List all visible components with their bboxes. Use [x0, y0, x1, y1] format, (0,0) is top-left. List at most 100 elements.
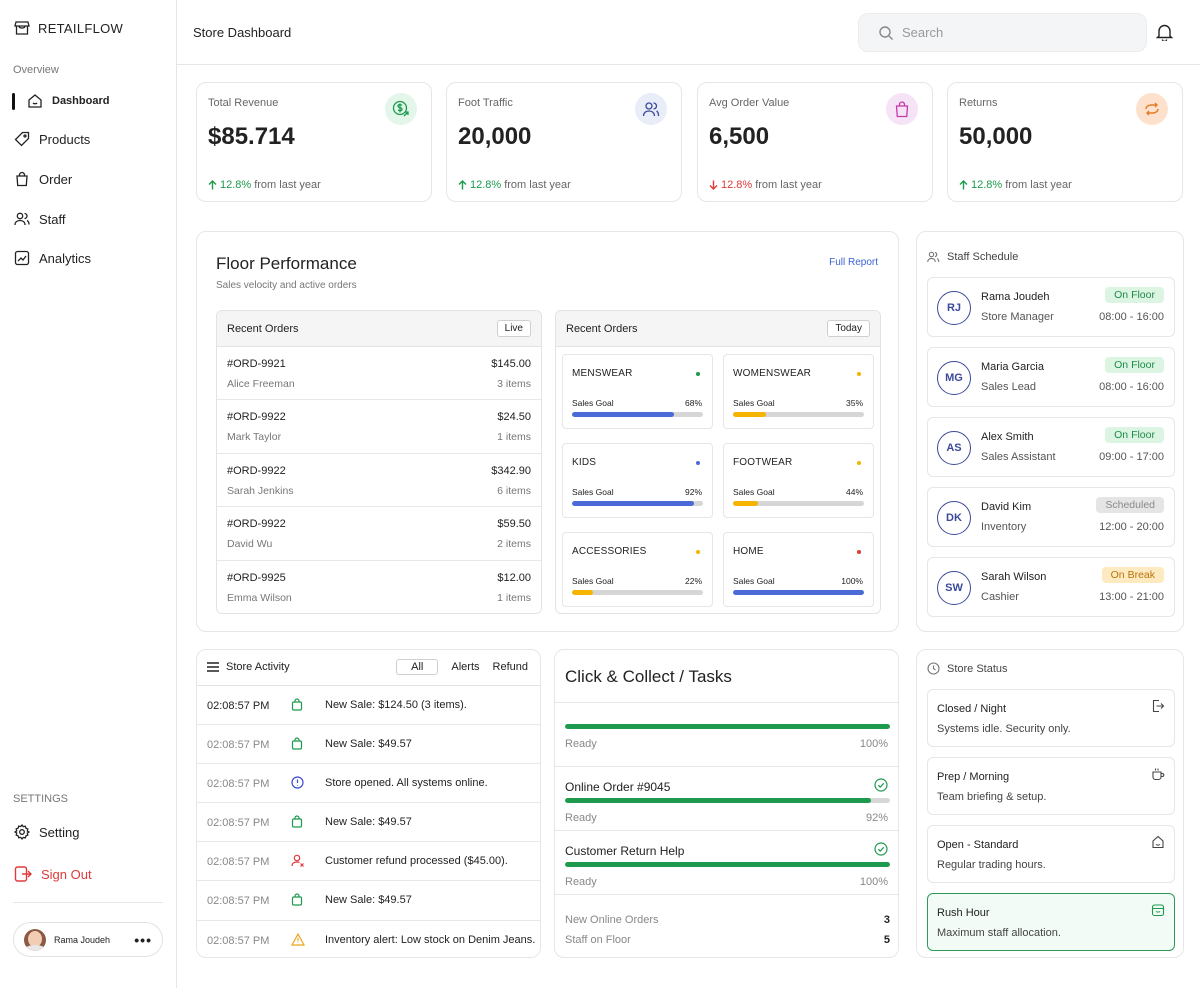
staff-initials: MG [937, 361, 971, 395]
check-circle-icon[interactable] [874, 842, 888, 856]
sidebar-item-order[interactable]: Order [14, 171, 72, 187]
tab-refund[interactable]: Refund [493, 661, 528, 673]
more-icon[interactable]: ••• [134, 932, 152, 948]
overview-label: Overview [13, 64, 59, 76]
brand[interactable]: RETAILFLOW [14, 20, 123, 36]
divider [555, 894, 898, 895]
table-row[interactable]: #ORD-9925 Emma Wilson $12.00 1 items [217, 561, 541, 613]
staff-card[interactable]: SW Sarah Wilson Cashier On Break 13:00 -… [927, 557, 1175, 617]
goal-bar [733, 590, 864, 595]
task-percent: 100% [859, 876, 888, 888]
task-name[interactable]: Customer Return Help [565, 844, 684, 858]
panel-title: Store Activity [207, 661, 290, 673]
status-mode-prep[interactable]: Prep / Morning Team briefing & setup. [927, 757, 1175, 815]
summary-value: 5 [883, 934, 890, 946]
shift-time: 12:00 - 20:00 [1099, 521, 1164, 533]
full-report-link[interactable]: Full Report [829, 257, 878, 268]
sidebar-item-products[interactable]: Products [14, 131, 90, 147]
task-progress-fill [565, 724, 890, 729]
shopping-bag-icon [886, 93, 918, 125]
exit-icon [1151, 699, 1165, 713]
goal-label: Sales Goal [572, 576, 614, 586]
category-card-womenswear[interactable]: WOMENSWEAR Sales Goal 35% [723, 354, 874, 429]
list-item[interactable]: 02:08:57 PM Store opened. All systems on… [197, 764, 540, 804]
divider [555, 702, 898, 703]
avatar [24, 928, 46, 951]
return-icon [1136, 93, 1168, 125]
activity-tabs: All Alerts Refund [396, 659, 528, 675]
bell-icon[interactable] [1156, 23, 1173, 41]
user-profile[interactable]: Rama Joudeh ••• [13, 922, 163, 957]
task-name[interactable]: Online Order #9045 [565, 780, 670, 794]
user-name: Rama Joudeh [54, 934, 111, 945]
sidebar-item-signout[interactable]: Sign Out [14, 865, 92, 883]
sidebar-divider [13, 902, 163, 903]
activity-message: New Sale: $124.50 (3 items). [325, 699, 467, 711]
order-amount: $12.00 [497, 571, 531, 584]
sidebar-item-analytics[interactable]: Analytics [14, 250, 91, 266]
stat-card-total-revenue: Total Revenue $85.714 12.8% from last ye… [196, 82, 432, 202]
category-card-footwear[interactable]: FOOTWEAR Sales Goal 44% [723, 443, 874, 518]
list-item[interactable]: 02:08:57 PM Inventory alert: Low stock o… [197, 921, 540, 957]
status-mode-closed[interactable]: Closed / Night Systems idle. Security on… [927, 689, 1175, 747]
goal-bar-fill [733, 501, 758, 506]
staff-card[interactable]: MG Maria Garcia Sales Lead On Floor 08:0… [927, 347, 1175, 407]
status-badge: On Floor [1105, 357, 1164, 373]
search-box[interactable] [858, 13, 1147, 52]
staff-card[interactable]: DK David Kim Inventory Scheduled 12:00 -… [927, 487, 1175, 547]
category-name: ACCESSORIES [572, 546, 647, 557]
order-items: 1 items [497, 431, 531, 444]
check-circle-icon[interactable] [874, 778, 888, 792]
today-tag[interactable]: Today [827, 320, 870, 337]
summary-row-online-orders: New Online Orders 3 [565, 914, 890, 926]
goal-bar-fill [733, 590, 864, 595]
sidebar-item-dashboard[interactable]: Dashboard [27, 93, 109, 109]
goal-label: Sales Goal [572, 487, 614, 497]
categories-header: Recent Orders Today [556, 311, 880, 347]
list-item[interactable]: 02:08:57 PM New Sale: $49.57 [197, 725, 540, 765]
task-state: Ready [565, 812, 597, 824]
list-item[interactable]: 02:08:57 PM New Sale: $49.57 [197, 881, 540, 921]
staff-card[interactable]: AS Alex Smith Sales Assistant On Floor 0… [927, 417, 1175, 477]
customer-name: Emma Wilson [227, 591, 292, 604]
status-dot [696, 461, 700, 465]
activity-time: 02:08:57 PM [207, 895, 270, 908]
store-active-icon [1151, 903, 1165, 917]
list-item[interactable]: 02:08:57 PM New Sale: $49.57 [197, 803, 540, 843]
table-row[interactable]: #ORD-9922 Sarah Jenkins $342.90 6 items [217, 454, 541, 508]
sidebar-item-staff[interactable]: Staff [14, 211, 66, 227]
status-mode-open[interactable]: Open - Standard Regular trading hours. [927, 825, 1175, 883]
divider [555, 766, 898, 767]
bag-icon [291, 893, 303, 907]
sidebar-item-setting[interactable]: Setting [14, 824, 79, 840]
list-item[interactable]: 02:08:57 PM Customer refund processed ($… [197, 842, 540, 882]
tag-icon [14, 131, 30, 147]
staff-initials: RJ [937, 291, 971, 325]
revenue-icon [385, 93, 417, 125]
table-row[interactable]: #ORD-9921 Alice Freeman $145.00 3 items [217, 347, 541, 401]
store-icon [1151, 835, 1165, 849]
sidebar-item-label: Setting [39, 824, 80, 840]
staff-role: Inventory [981, 521, 1027, 533]
category-card-kids[interactable]: KIDS Sales Goal 92% [562, 443, 713, 518]
task-progress-bar [565, 724, 890, 729]
category-card-home[interactable]: HOME Sales Goal 100% [723, 532, 874, 607]
category-card-menswear[interactable]: MENSWEAR Sales Goal 68% [562, 354, 713, 429]
category-card-accessories[interactable]: ACCESSORIES Sales Goal 22% [562, 532, 713, 607]
tab-all[interactable]: All [396, 659, 439, 675]
mode-name: Open - Standard [937, 839, 1019, 851]
mode-desc: Systems idle. Security only. [937, 723, 1071, 735]
list-item[interactable]: 02:08:57 PM New Sale: $124.50 (3 items). [197, 686, 540, 726]
search-input[interactable] [902, 25, 1122, 40]
table-row[interactable]: #ORD-9922 Mark Taylor $24.50 1 items [217, 400, 541, 454]
goal-bar [572, 501, 703, 506]
panel-title-text: Store Activity [226, 661, 290, 673]
status-mode-rush[interactable]: Rush Hour Maximum staff allocation. [927, 893, 1175, 951]
goal-percent: 92% [684, 487, 702, 497]
live-tag[interactable]: Live [496, 320, 531, 337]
stat-percent: 12.8% [220, 179, 252, 191]
table-row[interactable]: #ORD-9922 David Wu $59.50 2 items [217, 507, 541, 561]
staff-card[interactable]: RJ Rama Joudeh Store Manager On Floor 08… [927, 277, 1175, 337]
mode-name: Closed / Night [937, 703, 1007, 715]
tab-alerts[interactable]: Alerts [451, 661, 479, 673]
